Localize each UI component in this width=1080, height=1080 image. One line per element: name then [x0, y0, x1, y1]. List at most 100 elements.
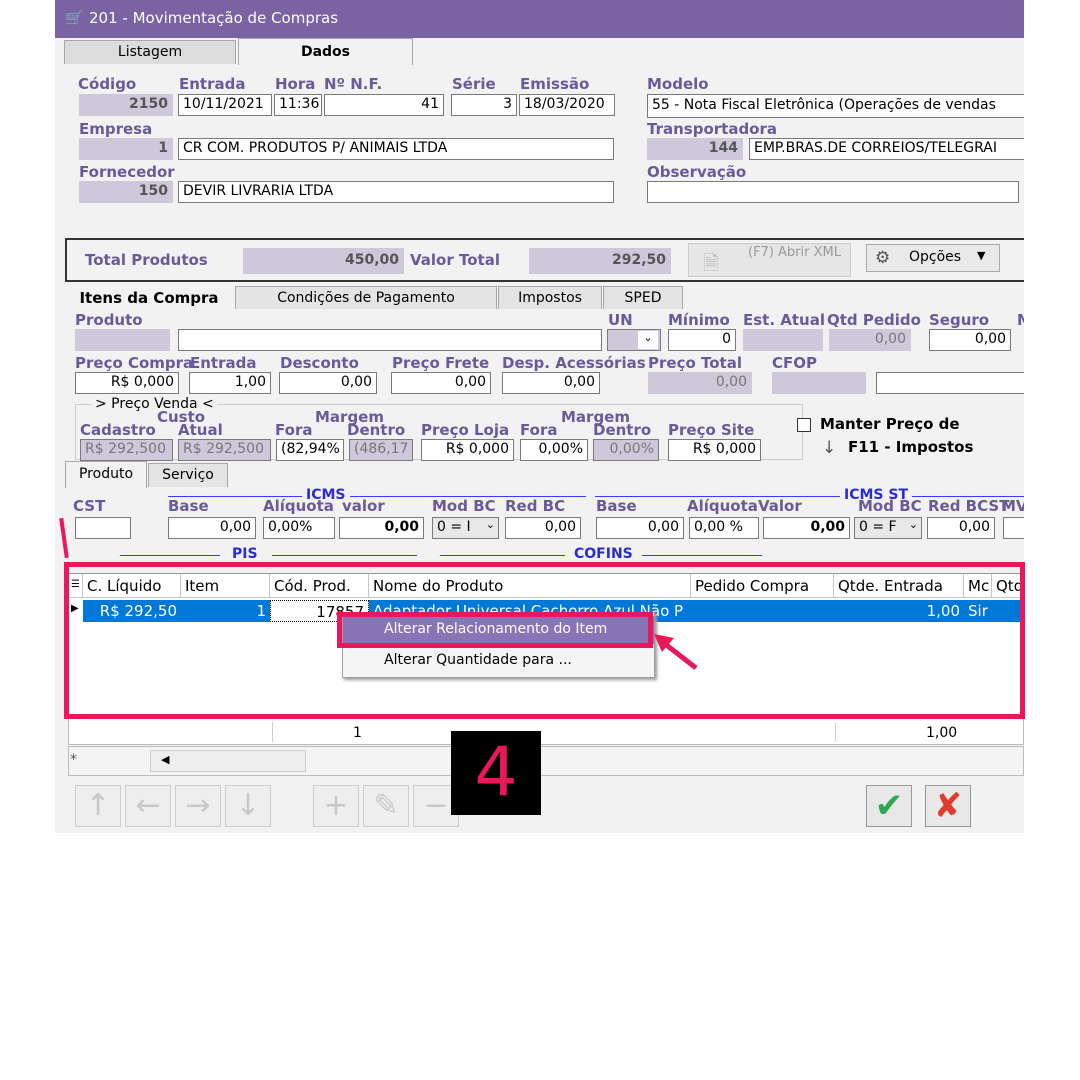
cadastro-label: Cadastro	[80, 421, 156, 439]
margem-dentro-field: (486,17	[349, 439, 413, 461]
window-title: 201 - Movimentação de Compras	[89, 9, 339, 27]
edit-button[interactable]: ✎	[363, 785, 409, 827]
minimo-field[interactable]: 0	[668, 329, 736, 351]
red-bcst-field[interactable]: 0,00	[927, 517, 995, 539]
pencil-icon: ✎	[373, 788, 399, 823]
preco-loja-field[interactable]: R$ 0,000	[421, 439, 514, 461]
transportadora-label: Transportadora	[647, 120, 778, 138]
tab-listagem[interactable]: Listagem	[64, 40, 236, 64]
empresa-name-field[interactable]: CR COM. PRODUTOS P/ ANIMAIS LTDA	[178, 138, 614, 160]
check-icon: ✔	[874, 786, 904, 826]
preco-frete-field[interactable]: 0,00	[391, 372, 491, 394]
move-up-button[interactable]: ↑	[75, 785, 121, 827]
cart-icon: 🛒	[65, 9, 84, 27]
st-valor-label: Valor	[758, 497, 802, 515]
observacao-field[interactable]	[647, 181, 1019, 203]
arrow-down-icon: ↓	[822, 438, 837, 458]
desconto-label: Desconto	[280, 354, 359, 372]
tab-impostos[interactable]: Impostos	[498, 286, 602, 309]
arrow-left-icon: ←	[135, 788, 161, 823]
margem2-fora-field[interactable]: 0,00%	[520, 439, 588, 461]
move-left-button[interactable]: ←	[125, 785, 171, 827]
produto-name-field[interactable]	[178, 329, 602, 351]
add-button[interactable]: +	[313, 785, 359, 827]
fornecedor-label: Fornecedor	[79, 163, 175, 181]
atual-label: Atual	[178, 421, 223, 439]
cancel-button[interactable]: ✘	[925, 785, 971, 827]
grid-footer	[68, 715, 1024, 745]
move-right-button[interactable]: →	[175, 785, 221, 827]
serie-label: Série	[452, 75, 496, 93]
x-icon: ✘	[933, 786, 963, 826]
menu-item-alterar-quantidade[interactable]: Alterar Quantidade para ...	[343, 647, 654, 675]
valor-total-field: 292,50	[529, 248, 671, 274]
emissao-field[interactable]: 18/03/2020	[519, 94, 615, 116]
st-mod-bc-select[interactable]: 0 = F ⌄	[854, 517, 922, 539]
mv-field[interactable]	[1003, 517, 1024, 539]
st-aliquota-field[interactable]: 0,00 %	[689, 517, 759, 539]
icms-aliquota-field[interactable]: 0,00%	[263, 517, 335, 539]
footer-divider	[835, 722, 836, 742]
manter-preco-checkbox[interactable]	[797, 418, 811, 432]
transportadora-name-field[interactable]: EMP.BRAS.DE CORREIOS/TELEGRAI	[749, 138, 1024, 160]
margem-fora-field[interactable]: (82,94%	[276, 439, 344, 461]
icms-base-field[interactable]: 0,00	[168, 517, 256, 539]
preco-total-label: Preço Total	[648, 354, 742, 372]
cst-field[interactable]	[75, 517, 131, 539]
move-down-button[interactable]: ↓	[225, 785, 271, 827]
cofins-separator-right	[642, 555, 762, 556]
horizontal-scrollbar[interactable]: ◀	[150, 750, 306, 772]
qtd-entrada-label: Entrada	[190, 354, 257, 372]
preco-frete-label: Preço Frete	[392, 354, 490, 372]
tab-produto[interactable]: Produto	[65, 461, 147, 488]
mod-bc-select[interactable]: 0 = I ⌄	[432, 517, 499, 539]
est-atual-label: Est. Atual	[743, 311, 825, 329]
arrow-down-icon: ↓	[235, 788, 261, 823]
scroll-left-icon: ◀	[161, 753, 170, 766]
arrow-right-icon: →	[185, 788, 211, 823]
un-select[interactable]: ⌄	[607, 329, 661, 351]
empresa-code-field: 1	[79, 138, 173, 160]
qtd-entrada-field[interactable]: 1,00	[189, 372, 271, 394]
tab-sped[interactable]: SPED	[603, 286, 683, 309]
custo-cadastro-field: R$ 292,500	[80, 439, 173, 461]
hora-field[interactable]: 11:36	[274, 94, 322, 116]
icms-valor-field[interactable]: 0,00	[339, 517, 424, 539]
fornecedor-code-field: 150	[79, 181, 173, 203]
red-bc-field[interactable]: 0,00	[505, 517, 581, 539]
cfop-label: CFOP	[772, 354, 817, 372]
plus-icon: +	[323, 788, 349, 823]
nf-label: Nº N.F.	[324, 75, 383, 93]
modelo-select[interactable]: 55 - Nota Fiscal Eletrônica (Operações d…	[647, 94, 1024, 118]
nf-field[interactable]: 41	[324, 94, 444, 116]
desconto-field[interactable]: 0,00	[279, 372, 377, 394]
st-base-label: Base	[596, 497, 637, 515]
qtd-pedido-field: 0,00	[829, 329, 911, 351]
fornecedor-name-field[interactable]: DEVIR LIVRARIA LTDA	[178, 181, 614, 203]
serie-field[interactable]: 3	[451, 94, 517, 116]
entrada-label: Entrada	[179, 75, 246, 93]
preco-site-field[interactable]: R$ 0,000	[668, 439, 761, 461]
new-row-icon: *	[70, 752, 77, 768]
margem2-dentro-field: 0,00%	[593, 439, 659, 461]
emissao-label: Emissão	[520, 75, 590, 93]
tab-itens-compra[interactable]: Itens da Compra	[64, 286, 234, 311]
fora2-label: Fora	[520, 421, 558, 439]
tab-servico[interactable]: Serviço	[148, 463, 228, 487]
custo-atual-field: R$ 292,500	[178, 439, 271, 461]
tab-condicoes-pagamento[interactable]: Condições de Pagamento	[235, 286, 497, 309]
seguro-field[interactable]: 0,00	[929, 329, 1011, 351]
desp-acessorias-field[interactable]: 0,00	[502, 372, 600, 394]
cofins-title: COFINS	[570, 546, 637, 562]
cfop-desc-field[interactable]	[876, 372, 1024, 394]
pointer-arrow-right	[654, 634, 698, 670]
tab-dados[interactable]: Dados	[238, 38, 413, 65]
entrada-date-field[interactable]: 10/11/2021	[178, 94, 272, 116]
st-base-field[interactable]: 0,00	[596, 517, 684, 539]
cst-label: CST	[73, 497, 106, 515]
xml-file-icon: 🗎	[703, 251, 720, 275]
opcoes-label: Opções	[909, 249, 962, 265]
st-valor-field[interactable]: 0,00	[763, 517, 850, 539]
preco-compra-field[interactable]: R$ 0,000	[75, 372, 179, 394]
confirm-button[interactable]: ✔	[866, 785, 912, 827]
